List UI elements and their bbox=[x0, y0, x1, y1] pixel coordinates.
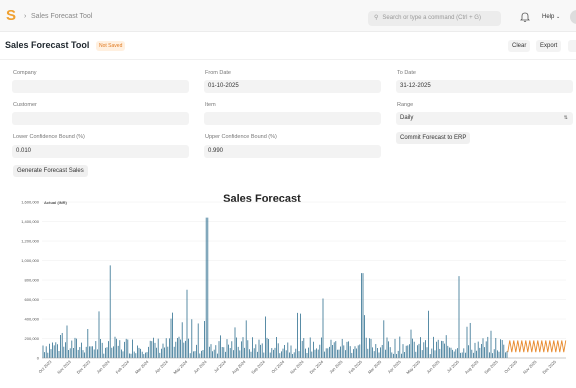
x-tick-label: Jan 2025 bbox=[328, 359, 344, 375]
lower-bound-label: Lower Confidence Bound (%) bbox=[13, 134, 85, 140]
customer-label: Customer bbox=[13, 102, 37, 108]
y-tick-label: 1,400,000 bbox=[21, 219, 40, 224]
x-tick-label: May 2025 bbox=[405, 359, 422, 376]
x-tick-label: Oct 2023 bbox=[37, 359, 53, 375]
search-input[interactable]: ⚲ Search or type a command (Ctrl + G) bbox=[368, 11, 501, 26]
search-placeholder: Search or type a command (Ctrl + G) bbox=[382, 15, 481, 21]
from-date-label: From Date bbox=[205, 70, 231, 76]
upper-bound-field[interactable]: 0.990 bbox=[204, 145, 381, 158]
range-select[interactable]: Daily ⇅ bbox=[396, 112, 573, 125]
x-tick-label: Apr 2025 bbox=[387, 359, 403, 375]
to-date-field[interactable]: 31-12-2025 bbox=[396, 80, 573, 93]
item-field[interactable] bbox=[204, 112, 381, 125]
avatar[interactable] bbox=[570, 10, 576, 24]
help-menu[interactable]: Help ⌄ bbox=[542, 14, 560, 20]
x-tick-label: Sep 2025 bbox=[483, 359, 499, 375]
x-tick-label: Dec 2024 bbox=[308, 359, 324, 375]
y-tick-label: 800,000 bbox=[25, 278, 40, 283]
y-tick-label: 400,000 bbox=[25, 317, 40, 322]
x-tick-label: Jun 2024 bbox=[192, 359, 208, 375]
y-tick-label: 1,000,000 bbox=[21, 258, 40, 263]
y-tick-label: 1,200,000 bbox=[21, 239, 40, 244]
x-tick-label: Nov 2025 bbox=[522, 359, 538, 375]
range-value: Daily bbox=[400, 115, 414, 121]
x-tick-label: Sep 2024 bbox=[250, 359, 266, 375]
x-tick-label: Oct 2025 bbox=[503, 359, 519, 375]
y-tick-label: 200,000 bbox=[25, 336, 40, 341]
x-tick-label: Jul 2025 bbox=[446, 359, 461, 374]
x-tick-label: Jul 2024 bbox=[213, 359, 228, 374]
x-tick-label: Jun 2025 bbox=[425, 359, 441, 375]
customer-field[interactable] bbox=[12, 112, 189, 125]
app-logo[interactable]: S bbox=[6, 8, 18, 24]
x-tick-label: May 2024 bbox=[172, 359, 189, 376]
x-tick-label: Nov 2023 bbox=[56, 359, 72, 375]
search-icon: ⚲ bbox=[374, 15, 379, 21]
lower-bound-field[interactable]: 0.010 bbox=[12, 145, 189, 158]
export-button[interactable]: Export bbox=[536, 40, 562, 52]
status-badge: Not Saved bbox=[96, 41, 126, 51]
legend-label: Actual (INR) bbox=[44, 200, 68, 205]
item-label: Item bbox=[205, 102, 216, 108]
breadcrumb-separator: › bbox=[24, 13, 27, 20]
bell-icon[interactable] bbox=[520, 11, 530, 23]
x-tick-label: Oct 2024 bbox=[270, 359, 286, 375]
x-tick-label: Feb 2024 bbox=[115, 359, 131, 375]
generate-forecast-button[interactable]: Generate Forecast Sales bbox=[13, 165, 88, 177]
breadcrumb[interactable]: Sales Forecast Tool bbox=[31, 13, 92, 20]
range-label: Range bbox=[397, 102, 414, 108]
clear-button[interactable]: Clear bbox=[508, 40, 531, 52]
select-arrows-icon: ⇅ bbox=[563, 115, 568, 121]
y-tick-label: 0 bbox=[37, 356, 40, 361]
y-tick-label: 600,000 bbox=[25, 297, 40, 302]
more-button[interactable] bbox=[568, 40, 576, 52]
forecast-line bbox=[507, 340, 567, 353]
y-tick-label: 1,600,000 bbox=[21, 200, 40, 205]
page-title: Sales Forecast Tool bbox=[5, 40, 90, 50]
commit-forecast-button[interactable]: Commit Forecast to ERP bbox=[396, 132, 471, 144]
page-header: Sales Forecast Tool Not Saved Clear Expo… bbox=[0, 32, 576, 60]
x-tick-label: Jan 2024 bbox=[95, 359, 111, 375]
x-tick-label: Aug 2025 bbox=[464, 359, 480, 375]
x-tick-label: Mar 2025 bbox=[367, 359, 383, 375]
x-tick-label: Mar 2024 bbox=[134, 359, 150, 375]
x-tick-label: Dec 2025 bbox=[541, 359, 557, 375]
to-date-label: To Date bbox=[397, 70, 416, 76]
company-label: Company bbox=[13, 70, 37, 76]
top-navbar: S › Sales Forecast Tool ⚲ Search or type … bbox=[0, 0, 576, 32]
x-tick-label: Aug 2024 bbox=[231, 359, 247, 375]
x-tick-label: Nov 2024 bbox=[289, 359, 305, 375]
x-tick-label: Feb 2025 bbox=[347, 359, 363, 375]
help-label: Help bbox=[542, 14, 555, 20]
sales-forecast-chart: 1,600,000 1,400,000 1,200,000 1,000,000 800,… bbox=[21, 200, 567, 376]
from-date-field[interactable]: 01-10-2025 bbox=[204, 80, 381, 93]
x-tick-label: Apr 2024 bbox=[154, 359, 170, 375]
company-field[interactable] bbox=[12, 80, 189, 93]
upper-bound-label: Upper Confidence Bound (%) bbox=[205, 134, 277, 140]
x-tick-label: Dec 2023 bbox=[76, 359, 92, 375]
chevron-down-icon: ⌄ bbox=[556, 14, 561, 20]
